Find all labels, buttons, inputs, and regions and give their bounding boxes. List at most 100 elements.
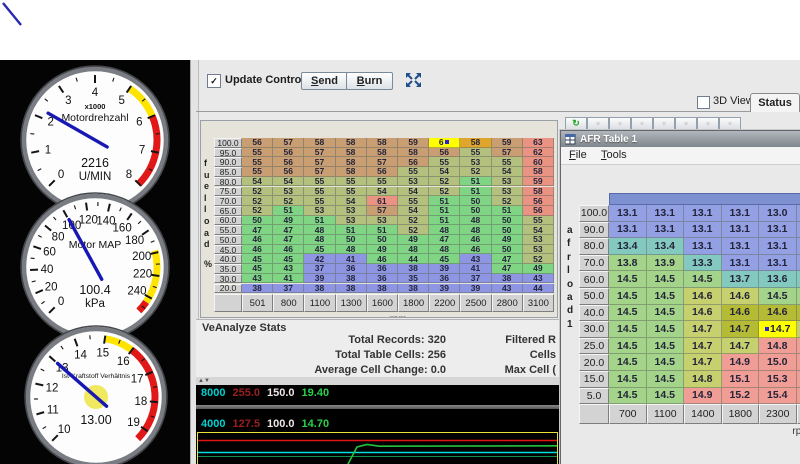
afr-cell[interactable]: 13.1	[684, 222, 722, 239]
afr-cell[interactable]: 14.6	[684, 305, 722, 322]
table-toolbar-button-2[interactable]: ▫	[587, 117, 609, 131]
afr-cell[interactable]: 13.1	[684, 205, 722, 222]
afr-cell[interactable]: 14.5	[647, 388, 685, 405]
afr-cell[interactable]: 13.1	[722, 222, 760, 239]
sort-arrows-icon[interactable]: ▲▼	[198, 378, 210, 384]
afr-cell[interactable]: 13.1	[797, 238, 800, 255]
afr-cell[interactable]: 13.1	[647, 205, 685, 222]
afr-cell[interactable]: 15.2	[722, 388, 760, 405]
strip-divider[interactable]	[196, 405, 560, 409]
afr-cell[interactable]: 14.5	[759, 288, 797, 305]
afr-cell[interactable]: 15.4	[797, 388, 800, 405]
table-toolbar-button-8[interactable]: ▫	[719, 117, 741, 131]
afr-cell[interactable]: 15.4	[759, 388, 797, 405]
ve-cell[interactable]: 38	[336, 284, 367, 294]
table-toolbar-button-4[interactable]: ▫	[631, 117, 653, 131]
afr-cell[interactable]: 15.0	[797, 354, 800, 371]
afr-cell[interactable]: 13.1	[759, 238, 797, 255]
table-toolbar-button-5[interactable]: ▫	[653, 117, 675, 131]
ve-cell[interactable]: 38	[367, 284, 398, 294]
afr-cell[interactable]: 14.5	[609, 271, 647, 288]
afr-cell[interactable]: 14.6	[684, 288, 722, 305]
table-toolbar-button-6[interactable]: ▫	[675, 117, 697, 131]
afr-cell[interactable]: 14.5	[647, 305, 685, 322]
afr-cell[interactable]: 14.6	[722, 305, 760, 322]
afr-cell[interactable]: 14.5	[609, 388, 647, 405]
afr-cell[interactable]: 14.7	[684, 321, 722, 338]
menu-tools[interactable]: Tools	[601, 149, 627, 161]
afr-window-titlebar[interactable]: AFR Table 1	[561, 131, 800, 147]
strip-chart-header[interactable]: ▲▼	[196, 377, 560, 385]
afr-cell[interactable]: 13.0	[759, 205, 797, 222]
afr-cell[interactable]: 13.6	[797, 271, 800, 288]
afr-cell[interactable]: 14.7	[684, 338, 722, 355]
afr-cell[interactable]: 14.5	[647, 271, 685, 288]
3d-view-checkbox[interactable]	[697, 96, 710, 109]
send-button[interactable]: Send	[301, 72, 348, 90]
afr-cell[interactable]: 14.7	[797, 321, 800, 338]
afr-cell[interactable]: 15.3	[797, 371, 800, 388]
update-controller-checkbox[interactable]: ✓	[207, 74, 221, 88]
afr-cell[interactable]: 14.7	[759, 321, 797, 338]
afr-cell[interactable]: 15.0	[759, 354, 797, 371]
afr-cell[interactable]: 14.6	[797, 305, 800, 322]
burn-button[interactable]: Burn	[346, 72, 393, 90]
afr-cell[interactable]: 14.9	[684, 388, 722, 405]
afr-cell[interactable]: 13.1	[647, 222, 685, 239]
table-toolbar-button-1[interactable]: ↻	[565, 117, 587, 131]
afr-cell[interactable]: 14.7	[722, 321, 760, 338]
ve-cell[interactable]: 39	[460, 284, 491, 294]
afr-cell[interactable]: 14.5	[609, 305, 647, 322]
afr-cell[interactable]: 14.5	[609, 354, 647, 371]
table-toolbar-button-7[interactable]: ▫	[697, 117, 719, 131]
afr-cell[interactable]: 13.0	[797, 205, 800, 222]
ve-cell[interactable]: 39	[429, 284, 460, 294]
afr-cell[interactable]: 13.1	[722, 255, 760, 272]
afr-cell[interactable]: 13.1	[797, 222, 800, 239]
menu-file[interactable]: File	[569, 149, 587, 161]
afr-cell[interactable]: 14.5	[647, 338, 685, 355]
afr-cell[interactable]: 13.1	[759, 222, 797, 239]
afr-cell[interactable]: 13.7	[722, 271, 760, 288]
ve-cell[interactable]: 38	[304, 284, 335, 294]
expand-view-icon[interactable]	[405, 72, 422, 88]
table-toolbar-button-3[interactable]: ▫	[609, 117, 631, 131]
ve-cell[interactable]: 38	[242, 284, 273, 294]
afr-cell[interactable]: 15.1	[722, 371, 760, 388]
ve-cell[interactable]: 37	[273, 284, 304, 294]
afr-cell[interactable]: 14.6	[722, 288, 760, 305]
afr-cell[interactable]: 13.3	[684, 255, 722, 272]
afr-cell[interactable]: 14.5	[609, 288, 647, 305]
afr-cell[interactable]: 14.5	[609, 371, 647, 388]
afr-cell[interactable]: 14.5	[647, 371, 685, 388]
afr-cell[interactable]: 13.8	[609, 255, 647, 272]
afr-cell[interactable]: 14.8	[797, 338, 800, 355]
afr-cell[interactable]: 14.5	[609, 321, 647, 338]
afr-cell[interactable]: 13.6	[759, 271, 797, 288]
ve-cell[interactable]: 38	[398, 284, 429, 294]
afr-cell[interactable]: 13.1	[759, 255, 797, 272]
afr-cell[interactable]: 14.5	[647, 321, 685, 338]
ve-cell[interactable]: 44	[523, 284, 554, 294]
afr-cell[interactable]: 14.5	[647, 288, 685, 305]
afr-cell[interactable]: 13.1	[797, 255, 800, 272]
afr-cell[interactable]: 15.3	[759, 371, 797, 388]
afr-cell[interactable]: 13.1	[609, 205, 647, 222]
afr-cell[interactable]: 14.5	[609, 338, 647, 355]
afr-cell[interactable]: 14.5	[797, 288, 800, 305]
tab-status[interactable]: Status	[750, 93, 800, 112]
afr-cell[interactable]: 14.9	[722, 354, 760, 371]
afr-cell[interactable]: 14.5	[647, 354, 685, 371]
afr-cell[interactable]: 13.4	[609, 238, 647, 255]
afr-cell[interactable]: 13.1	[684, 238, 722, 255]
ve-cell[interactable]: 43	[492, 284, 523, 294]
afr-cell[interactable]: 14.5	[684, 271, 722, 288]
afr-cell[interactable]: 13.9	[647, 255, 685, 272]
afr-cell[interactable]: 13.1	[722, 238, 760, 255]
afr-cell[interactable]: 13.1	[609, 222, 647, 239]
afr-cell[interactable]: 14.7	[684, 354, 722, 371]
afr-cell[interactable]: 14.7	[722, 338, 760, 355]
afr-cell[interactable]: 14.6	[759, 305, 797, 322]
afr-cell[interactable]: 14.8	[684, 371, 722, 388]
afr-cell[interactable]: 13.1	[722, 205, 760, 222]
